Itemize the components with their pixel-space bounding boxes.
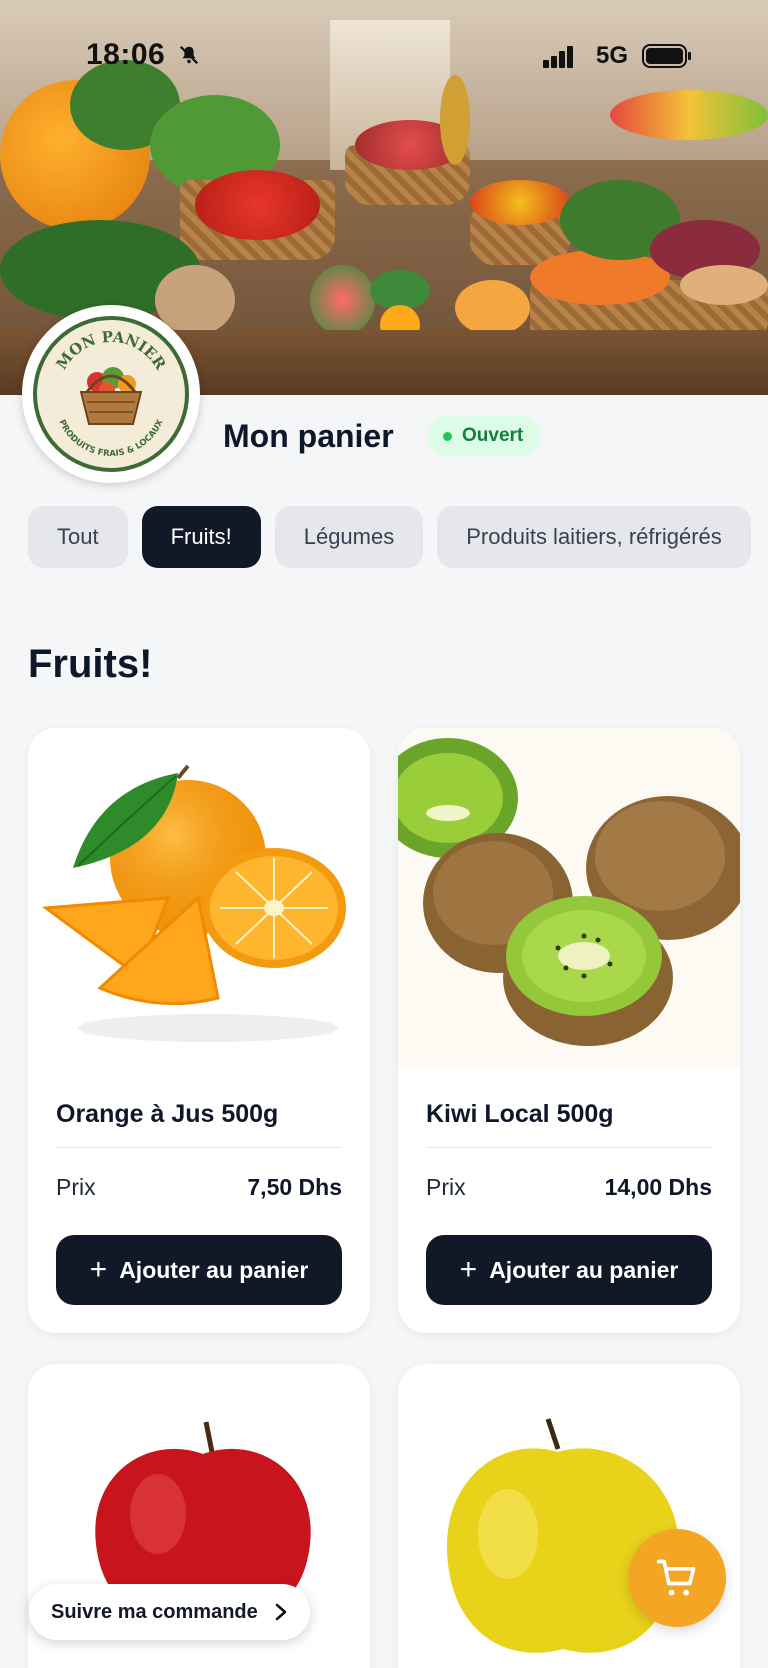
watermelon-whole bbox=[370, 270, 430, 310]
track-order-label: Suivre ma commande bbox=[51, 1600, 258, 1623]
price-row: Prix 14,00 Dhs bbox=[426, 1174, 712, 1201]
plus-icon: + bbox=[459, 1253, 478, 1286]
tab-fruits[interactable]: Fruits! bbox=[141, 506, 261, 568]
melon bbox=[455, 280, 530, 335]
price-value: 7,50 Dhs bbox=[247, 1174, 342, 1200]
signal-icon bbox=[543, 46, 573, 68]
bell-off-icon bbox=[179, 45, 199, 65]
add-to-cart-button[interactable]: + Ajouter au panier bbox=[426, 1235, 712, 1305]
plus-icon: + bbox=[89, 1253, 108, 1286]
peppers bbox=[470, 180, 570, 225]
price-label: Prix bbox=[426, 1174, 466, 1200]
watermelon bbox=[310, 265, 375, 335]
tab-produits-laitiers[interactable]: Produits laitiers, réfrigérés bbox=[437, 506, 751, 568]
svg-text:MON PANIER: MON PANIER bbox=[53, 328, 170, 374]
cart-icon bbox=[656, 1559, 696, 1596]
track-order-button[interactable]: Suivre ma commande bbox=[29, 1584, 310, 1640]
orange-image bbox=[41, 764, 346, 1042]
product-image-kiwi[interactable] bbox=[398, 728, 740, 1068]
product-image-orange[interactable] bbox=[28, 728, 370, 1068]
battery-icon bbox=[642, 44, 691, 68]
status-time: 18:06 bbox=[86, 38, 166, 71]
chevron-right-icon bbox=[275, 1603, 286, 1621]
status-badge-label: Ouvert bbox=[462, 425, 524, 446]
add-to-cart-label: Ajouter au panier bbox=[489, 1256, 679, 1283]
price-row: Prix 7,50 Dhs bbox=[56, 1174, 342, 1201]
add-to-cart-label: Ajouter au panier bbox=[119, 1256, 309, 1283]
section-title: Fruits! bbox=[28, 642, 153, 686]
product-card: Orange à Jus 500g Prix 7,50 Dhs + Ajoute… bbox=[28, 728, 370, 1333]
product-card: Kiwi Local 500g Prix 14,00 Dhs + Ajouter… bbox=[398, 728, 740, 1333]
category-tabs: Tout Fruits! Légumes Produits laitiers, … bbox=[28, 506, 751, 568]
store-logo: MON PANIER PRODUITS FRAIS & LOCAUX bbox=[22, 305, 200, 483]
status-badge: Ouvert bbox=[427, 416, 542, 456]
logo-text-top: MON PANIER bbox=[53, 328, 170, 374]
kiwi-image bbox=[398, 728, 740, 1068]
status-bar: 18:06 5G bbox=[0, 0, 768, 110]
tab-tout[interactable]: Tout bbox=[28, 506, 128, 568]
network-label: 5G bbox=[596, 42, 629, 69]
store-name: Mon panier bbox=[223, 418, 394, 454]
tomatoes bbox=[195, 170, 320, 240]
basket-logo-icon: MON PANIER PRODUITS FRAIS & LOCAUX bbox=[53, 328, 170, 459]
carrots bbox=[530, 250, 670, 305]
price-label: Prix bbox=[56, 1174, 96, 1200]
cart-button[interactable] bbox=[628, 1529, 726, 1627]
onions bbox=[680, 265, 768, 305]
open-dot-icon bbox=[443, 431, 452, 441]
product-name[interactable]: Kiwi Local 500g bbox=[426, 1100, 712, 1148]
add-to-cart-button[interactable]: + Ajouter au panier bbox=[56, 1235, 342, 1305]
price-value: 14,00 Dhs bbox=[604, 1174, 712, 1200]
store-logo-badge: MON PANIER PRODUITS FRAIS & LOCAUX bbox=[33, 316, 189, 472]
tab-legumes[interactable]: Légumes bbox=[274, 506, 424, 568]
product-name[interactable]: Orange à Jus 500g bbox=[56, 1100, 342, 1148]
